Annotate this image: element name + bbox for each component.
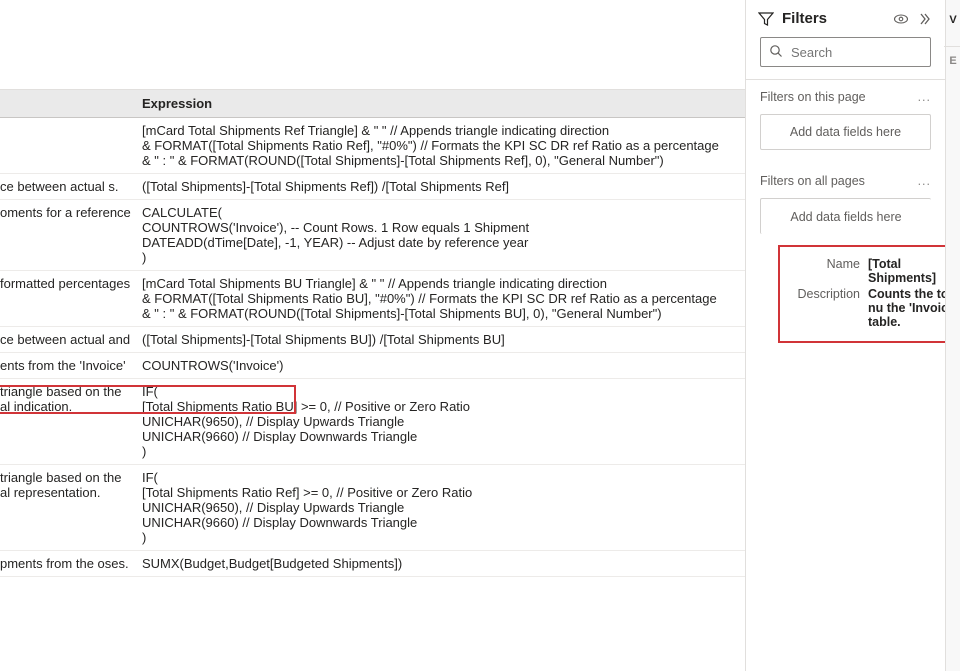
cell-desc: ents from the 'Invoice' bbox=[0, 358, 140, 373]
table-row[interactable]: pments from the oses. SUMX(Budget,Budget… bbox=[0, 551, 745, 577]
tooltip-desc-label: Description bbox=[790, 287, 860, 329]
table-row[interactable]: ents from the 'Invoice' COUNTROWS('Invoi… bbox=[0, 353, 745, 379]
cell-desc: triangle based on the al representation. bbox=[0, 470, 140, 545]
cell-desc: formatted percentages bbox=[0, 276, 140, 321]
cell-desc: triangle based on the al indication. bbox=[0, 384, 140, 459]
filter-icon bbox=[758, 11, 774, 27]
cell-expression: [mCard Total Shipments Ref Triangle] & "… bbox=[140, 123, 745, 168]
cell-expression: SUMX(Budget,Budget[Budgeted Shipments]) bbox=[140, 556, 745, 571]
table-row[interactable]: ce between actual s. ([Total Shipments]-… bbox=[0, 174, 745, 200]
search-box[interactable] bbox=[760, 37, 931, 67]
measure-tooltip: Name [Total Shipments] Description Count… bbox=[778, 245, 960, 343]
report-canvas-blank bbox=[0, 0, 745, 90]
cell-expression: IF( [Total Shipments Ratio BU] >= 0, // … bbox=[140, 384, 745, 459]
more-icon[interactable]: ... bbox=[918, 90, 931, 104]
cell-desc: ce between actual s. bbox=[0, 179, 140, 194]
search-icon bbox=[769, 44, 783, 61]
more-icon[interactable]: ... bbox=[918, 174, 931, 188]
table-row[interactable]: oments for a reference CALCULATE( COUNTR… bbox=[0, 200, 745, 271]
cell-desc: ce between actual and bbox=[0, 332, 140, 347]
filters-section-page: Filters on this page ... bbox=[746, 80, 945, 110]
header-expression: Expression bbox=[140, 96, 745, 111]
collapsed-panes-strip[interactable]: V E bbox=[945, 0, 960, 671]
cell-desc: pments from the oses. bbox=[0, 556, 140, 571]
section-label: Filters on this page bbox=[760, 90, 866, 104]
dropzone-label: Add data fields here bbox=[790, 210, 901, 224]
dropzone-label: Add data fields here bbox=[790, 125, 901, 139]
cell-expression: IF( [Total Shipments Ratio Ref] >= 0, //… bbox=[140, 470, 745, 545]
table-row[interactable]: [mCard Total Shipments Ref Triangle] & "… bbox=[0, 118, 745, 174]
cell-expression: CALCULATE( COUNTROWS('Invoice'), -- Coun… bbox=[140, 205, 745, 265]
collapse-icon[interactable] bbox=[917, 11, 933, 27]
fields-collapsed[interactable]: E bbox=[946, 55, 960, 67]
cell-expression: ([Total Shipments]-[Total Shipments Ref]… bbox=[140, 179, 745, 194]
cell-expression: ([Total Shipments]-[Total Shipments BU])… bbox=[140, 332, 745, 347]
tooltip-name-label: Name bbox=[790, 257, 860, 285]
table-row[interactable]: triangle based on the al representation.… bbox=[0, 465, 745, 551]
table-row[interactable]: triangle based on the al indication. IF(… bbox=[0, 379, 745, 465]
cell-desc: oments for a reference bbox=[0, 205, 140, 265]
filters-section-all: Filters on all pages ... bbox=[746, 164, 945, 194]
eye-icon[interactable] bbox=[893, 11, 909, 27]
dropzone-all[interactable]: Add data fields here bbox=[760, 198, 931, 234]
table-header: Expression bbox=[0, 90, 745, 118]
visualizations-collapsed[interactable]: V bbox=[946, 14, 960, 26]
filters-header: Filters bbox=[746, 0, 945, 37]
cell-expression: COUNTROWS('Invoice') bbox=[140, 358, 745, 373]
search-input[interactable] bbox=[791, 45, 960, 60]
filters-title: Filters bbox=[782, 10, 885, 27]
cell-desc bbox=[0, 123, 140, 168]
search-wrap bbox=[746, 37, 945, 79]
cell-expression: [mCard Total Shipments BU Triangle] & " … bbox=[140, 276, 745, 321]
main-table-area: Expression [mCard Total Shipments Ref Tr… bbox=[0, 0, 745, 671]
dropzone-page[interactable]: Add data fields here bbox=[760, 114, 931, 150]
section-label: Filters on all pages bbox=[760, 174, 865, 188]
table-row[interactable]: ce between actual and ([Total Shipments]… bbox=[0, 327, 745, 353]
table-row[interactable]: formatted percentages [mCard Total Shipm… bbox=[0, 271, 745, 327]
